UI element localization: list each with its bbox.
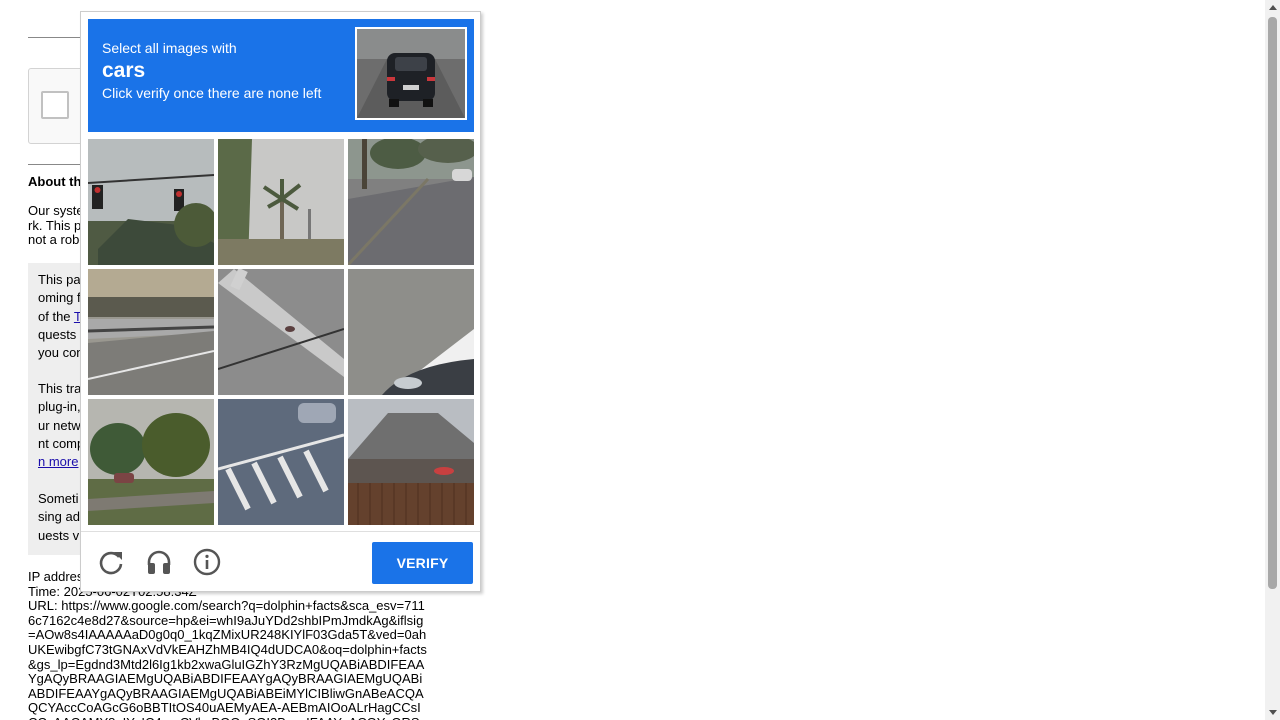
section-divider xyxy=(28,164,88,165)
info-line-text: of the xyxy=(38,308,74,324)
image-tile[interactable] xyxy=(348,139,474,265)
request-detail-line: ABDIFEAAYgAQyBRAAGIAEMgUQABiABEiMYlCIBli… xyxy=(28,685,424,701)
request-detail-line: 6c7162c4e8d27&source=hp&ei=whI9aJuYDd2sh… xyxy=(28,612,424,628)
instruction-text: Select all images with xyxy=(102,40,237,56)
learn-more-link[interactable]: n more xyxy=(38,454,78,469)
image-tile[interactable] xyxy=(88,139,214,265)
scrollbar-thumb[interactable] xyxy=(1268,17,1277,589)
image-grid xyxy=(88,139,474,525)
image-tile[interactable] xyxy=(88,269,214,395)
instruction-target: cars xyxy=(102,59,146,82)
request-detail-line: QCYAccCoAGcG6oBBTItOS40uAEMyAEA-AEBmAIOo… xyxy=(28,700,421,716)
about-line: Our syste xyxy=(28,204,84,218)
request-detail-line: URL: https://www.google.com/search?q=dol… xyxy=(28,598,425,614)
top-divider xyxy=(28,37,88,38)
request-detail-line: UKEwibgfC73tGNAxVdVkEAHZhMB4IQ4dUDCA0&oq… xyxy=(28,641,427,657)
about-line: not a robo xyxy=(28,232,87,247)
reload-icon[interactable] xyxy=(94,545,128,579)
request-detail-line: =AOw8s4IAAAAAaD0g0q0_1kqZMixUR248KIYlF03… xyxy=(28,627,427,643)
instruction-subtext: Click verify once there are none left xyxy=(102,85,322,101)
about-heading: About th xyxy=(28,174,82,189)
request-detail-line: &gs_lp=Egdnd3Mtd2l6Ig1kb2xwaGluIGZhY3RzM… xyxy=(28,656,425,672)
recaptcha-checkbox-card xyxy=(28,68,88,144)
scroll-down-icon[interactable] xyxy=(1265,705,1280,720)
scroll-up-icon[interactable] xyxy=(1265,0,1280,15)
sample-image xyxy=(355,27,467,120)
info-icon[interactable] xyxy=(190,545,224,579)
request-details: IP addresTime: 2025-06-02T02:58:34ZURL: … xyxy=(28,569,438,720)
verify-button[interactable]: VERIFY xyxy=(372,542,473,584)
challenge-footer: VERIFY xyxy=(81,531,480,591)
challenge-header: Select all images with cars Click verify… xyxy=(88,19,474,132)
recaptcha-challenge-dialog: Select all images with cars Click verify… xyxy=(80,11,481,592)
recaptcha-checkbox[interactable] xyxy=(41,91,69,119)
request-detail-line: YgAQyBRAAGIAEMgUQABiABDIFEAAYgAQyBRAAGIA… xyxy=(28,671,423,687)
image-tile[interactable] xyxy=(218,139,344,265)
image-tile[interactable] xyxy=(88,399,214,525)
image-tile[interactable] xyxy=(218,399,344,525)
request-detail-line: CCsAACAMY8oIYsIC4gmCVbzBGQaSOI2BmwIFAAYy… xyxy=(28,715,438,720)
image-tile[interactable] xyxy=(218,269,344,395)
about-line: rk. This p xyxy=(28,217,82,233)
about-text: Our syste rk. This p not a robo xyxy=(28,204,88,248)
audio-challenge-icon[interactable] xyxy=(142,545,176,579)
page-scrollbar[interactable] xyxy=(1265,0,1280,720)
info-box: This pa oming f of the T quests you con … xyxy=(28,263,88,555)
image-tile[interactable] xyxy=(348,399,474,525)
image-tile[interactable] xyxy=(348,269,474,395)
